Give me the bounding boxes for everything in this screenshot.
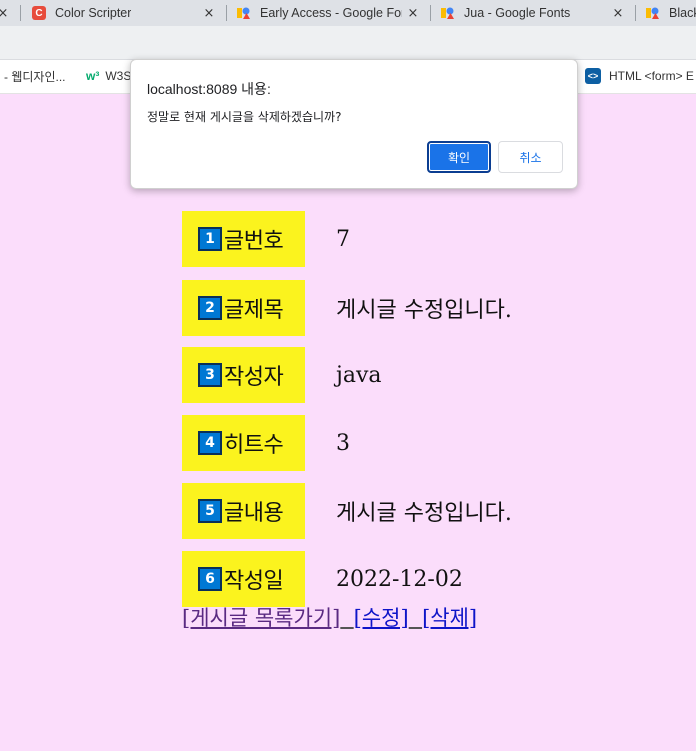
browser-tab-strip: × C Color Scripter × Early Access - Goog…: [0, 0, 696, 26]
number-4-badge: 4: [198, 431, 222, 455]
delete-link[interactable]: [삭제]: [422, 606, 477, 630]
field-value: 게시글 수정입니다.: [336, 298, 512, 323]
link-separator: [340, 606, 353, 630]
tab-title: Jua - Google Fonts: [464, 6, 571, 20]
number-6-badge: 6: [198, 567, 222, 591]
tab-black[interactable]: Black: [646, 0, 696, 26]
field-label-box: 5 글내용: [182, 483, 305, 539]
link-separator: [409, 606, 422, 630]
field-label: 글제목: [224, 298, 284, 323]
google-fonts-icon: [441, 6, 455, 20]
tab-title: Color Scripter: [55, 6, 132, 20]
field-label: 히트수: [224, 433, 284, 458]
field-value: 3: [336, 430, 350, 456]
tab-separator: [430, 5, 431, 21]
bookmark-label: HTML <form> E: [609, 69, 694, 83]
tab-close-icon[interactable]: ×: [201, 0, 217, 26]
tab-close-icon[interactable]: ×: [0, 0, 11, 26]
tab-separator: [20, 5, 21, 21]
ok-button[interactable]: 확인: [427, 141, 491, 173]
field-value: 게시글 수정입니다.: [336, 501, 512, 526]
edit-link[interactable]: [수정]: [354, 606, 409, 630]
tab-close-icon[interactable]: ×: [610, 0, 626, 26]
number-3-badge: 3: [198, 363, 222, 387]
color-scripter-icon: C: [32, 6, 46, 20]
field-label-box: 2 글제목: [182, 280, 305, 336]
cancel-button[interactable]: 취소: [498, 141, 563, 173]
bookmark-html-form[interactable]: <> HTML <form> E: [585, 60, 694, 92]
field-label: 글내용: [224, 501, 284, 526]
field-label-box: 3 작성자: [182, 347, 305, 403]
field-label-box: 1 글번호: [182, 211, 305, 267]
tab-jua-google-fonts[interactable]: Jua - Google Fonts: [441, 0, 606, 26]
number-2-badge: 2: [198, 296, 222, 320]
post-action-links: [게시글 목록가기] [수정] [삭제]: [182, 602, 477, 632]
google-fonts-icon: [237, 6, 251, 20]
tab-title: Early Access - Google For: [260, 6, 402, 20]
field-label: 작성자: [224, 365, 284, 390]
confirm-dialog: localhost:8089 내용: 정말로 현재 게시글을 삭제하겠습니까? …: [130, 59, 578, 189]
number-5-badge: 5: [198, 499, 222, 523]
code-icon: <>: [585, 68, 601, 84]
field-value: java: [336, 362, 382, 388]
tab-close-icon[interactable]: ×: [405, 0, 421, 26]
tab-title: Black: [669, 6, 696, 20]
field-label-box: 4 히트수: [182, 415, 305, 471]
tab-color-scripter[interactable]: C Color Scripter: [32, 0, 202, 26]
tab-separator: [635, 5, 636, 21]
field-value: 2022-12-02: [336, 566, 463, 592]
google-fonts-icon: [646, 6, 660, 20]
bookmark-webdesign[interactable]: - 웹디자인...: [4, 60, 66, 92]
w3schools-icon: w³: [86, 69, 100, 83]
bookmark-label: W3S: [105, 69, 132, 83]
field-label-box: 6 작성일: [182, 551, 305, 607]
tab-early-access[interactable]: Early Access - Google For: [237, 0, 402, 26]
field-label: 작성일: [224, 569, 284, 594]
dialog-message: 정말로 현재 게시글을 삭제하겠습니까?: [147, 110, 342, 124]
number-1-badge: 1: [198, 227, 222, 251]
post-list-link[interactable]: [게시글 목록가기]: [182, 606, 340, 630]
tab-separator: [226, 5, 227, 21]
bookmark-w3schools[interactable]: w³ W3S: [86, 60, 131, 92]
field-value: 7: [336, 226, 350, 252]
address-toolbar: [0, 26, 696, 60]
bookmark-label: - 웹디자인...: [4, 69, 66, 84]
dialog-title: localhost:8089 내용:: [147, 81, 271, 97]
field-label: 글번호: [224, 229, 284, 254]
